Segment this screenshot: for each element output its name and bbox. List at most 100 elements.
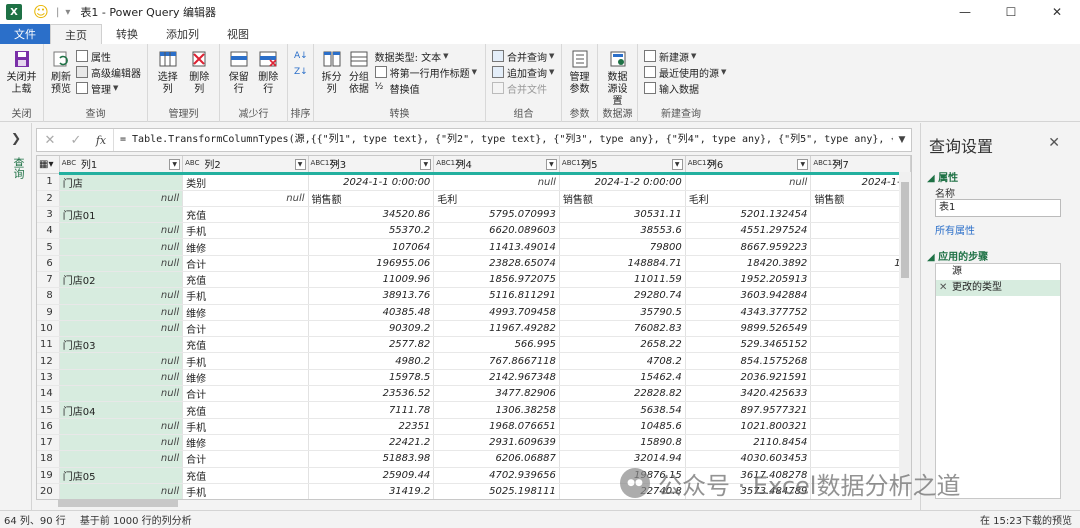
table-cell[interactable]: 11967.49282 xyxy=(433,320,560,338)
column-header-7[interactable]: ABC123 列7 xyxy=(810,156,911,175)
column-header-6[interactable]: ABC123 列6 ▼ xyxy=(685,156,812,175)
column-header-2[interactable]: ABC 列2 ▼ xyxy=(182,156,309,175)
tab-home[interactable]: 主页 xyxy=(50,24,102,44)
table-cell[interactable]: 148884.71 xyxy=(559,255,686,272)
table-cell[interactable]: null xyxy=(59,287,184,305)
table-cell[interactable]: 充值 xyxy=(182,401,309,419)
row-number[interactable]: 17 xyxy=(37,434,60,452)
table-cell[interactable]: 2 xyxy=(810,287,911,305)
table-cell[interactable]: 15462.4 xyxy=(559,369,686,387)
table-cell[interactable]: 手机 xyxy=(182,418,309,435)
fx-icon[interactable]: fx xyxy=(89,134,113,147)
table-cell[interactable]: 门店05 xyxy=(59,467,184,484)
table-cell[interactable]: 196955.06 xyxy=(308,255,435,272)
data-source-settings-button[interactable]: 数据源设置 xyxy=(604,46,631,108)
table-cell[interactable]: 2142.967348 xyxy=(433,369,560,387)
table-cell[interactable]: null xyxy=(433,173,560,191)
close-button[interactable]: ✕ xyxy=(1034,0,1080,24)
table-cell[interactable]: 9899.526549 xyxy=(685,320,812,338)
table-cell[interactable]: 3420.425633 xyxy=(685,385,812,403)
table-cell[interactable]: 1856.972075 xyxy=(433,271,560,289)
row-number[interactable]: 15 xyxy=(37,401,60,419)
tab-transform[interactable]: 转换 xyxy=(102,24,152,44)
table-cell[interactable]: 手机 xyxy=(182,222,309,240)
table-cell[interactable]: 3603.942884 xyxy=(685,287,812,305)
table-cell[interactable]: 手机 xyxy=(182,352,309,370)
table-cell[interactable]: 55370.2 xyxy=(308,222,435,240)
filter-dropdown-icon[interactable]: ▼ xyxy=(671,159,683,170)
table-cell[interactable]: 6 xyxy=(810,320,911,338)
table-cell[interactable]: 11413.49014 xyxy=(433,238,560,256)
confirm-formula-icon[interactable]: ✓ xyxy=(63,133,89,148)
merge-queries-button[interactable]: 合并查询 ▼ xyxy=(492,48,554,64)
split-column-button[interactable]: 拆分列 xyxy=(320,46,343,96)
table-cell[interactable]: 854.1575268 xyxy=(685,352,812,370)
table-cell[interactable]: 2036.921591 xyxy=(685,369,812,387)
append-queries-button[interactable]: 追加查询 ▼ xyxy=(492,64,554,80)
table-cell[interactable]: null xyxy=(59,385,184,403)
table-cell[interactable]: 6620.089603 xyxy=(433,222,560,240)
table-menu-icon[interactable]: ▦▾ xyxy=(37,156,60,174)
sort-descending-button[interactable]: Z↓ xyxy=(294,64,308,80)
table-cell[interactable]: null xyxy=(59,255,184,272)
table-cell[interactable]: 手机 xyxy=(182,287,309,305)
remove-columns-button[interactable]: 删除列 xyxy=(186,46,214,96)
table-cell[interactable]: 充值 xyxy=(182,336,309,354)
properties-section-header[interactable]: ◢ 属性 xyxy=(927,169,958,184)
table-cell[interactable]: null xyxy=(59,434,184,452)
table-cell[interactable]: 1952.205913 xyxy=(685,271,812,289)
quick-access-dropdown-icon[interactable]: ▾ xyxy=(65,7,70,18)
table-cell[interactable]: 门店02 xyxy=(59,271,184,289)
close-and-load-button[interactable]: 关闭并上载 xyxy=(6,46,37,96)
table-cell[interactable]: null xyxy=(59,320,184,338)
row-number[interactable]: 12 xyxy=(37,352,60,370)
table-cell[interactable]: null xyxy=(59,418,184,435)
table-cell[interactable]: 23828.65074 xyxy=(433,255,560,272)
table-cell[interactable]: 合计 xyxy=(182,255,309,272)
row-number[interactable]: 18 xyxy=(37,450,60,468)
table-cell[interactable]: 897.9577321 xyxy=(685,401,812,419)
table-cell[interactable] xyxy=(810,385,911,403)
table-cell[interactable]: 销售额 xyxy=(810,190,911,207)
table-cell[interactable]: null xyxy=(182,190,309,207)
properties-button[interactable]: 属性 xyxy=(76,48,141,64)
replace-values-button[interactable]: ½ 替换值 xyxy=(375,80,477,96)
row-number[interactable]: 9 xyxy=(37,304,60,321)
manage-parameters-button[interactable]: 管理参数 xyxy=(568,46,591,96)
vertical-scrollbar[interactable] xyxy=(899,172,911,490)
new-source-button[interactable]: 新建源 ▼ xyxy=(644,48,726,64)
table-cell[interactable] xyxy=(810,369,911,387)
table-cell[interactable]: 76082.83 xyxy=(559,320,686,338)
table-cell[interactable]: 5201.132454 xyxy=(685,206,812,224)
row-number[interactable]: 4 xyxy=(37,222,60,240)
table-cell[interactable] xyxy=(810,401,911,419)
table-cell[interactable]: 维修 xyxy=(182,434,309,452)
table-cell[interactable]: 107064 xyxy=(308,238,435,256)
table-cell[interactable]: 90309.2 xyxy=(308,320,435,338)
table-cell[interactable] xyxy=(810,352,911,370)
table-cell[interactable]: 门店04 xyxy=(59,401,184,419)
row-number[interactable]: 11 xyxy=(37,336,60,354)
table-cell[interactable]: null xyxy=(59,238,184,256)
table-cell[interactable]: null xyxy=(59,304,184,321)
table-cell[interactable]: 合计 xyxy=(182,320,309,338)
manage-button[interactable]: 管理 ▼ xyxy=(76,80,141,96)
recent-sources-button[interactable]: 最近使用的源 ▼ xyxy=(644,64,726,80)
table-cell[interactable]: 7111.78 xyxy=(308,401,435,419)
table-cell[interactable]: 2110.8454 xyxy=(685,434,812,452)
table-cell[interactable]: 8667.959223 xyxy=(685,238,812,256)
row-number[interactable]: 3 xyxy=(37,206,60,224)
table-cell[interactable]: 门店01 xyxy=(59,206,184,224)
row-number[interactable]: 19 xyxy=(37,467,60,484)
table-cell[interactable]: 22828.82 xyxy=(559,385,686,403)
table-cell[interactable]: 毛利 xyxy=(685,190,812,207)
table-cell[interactable] xyxy=(810,222,911,240)
table-cell[interactable]: 4551.297524 xyxy=(685,222,812,240)
table-cell[interactable]: 4980.2 xyxy=(308,352,435,370)
group-by-button[interactable]: 分组依据 xyxy=(347,46,370,96)
vertical-scrollbar-thumb[interactable] xyxy=(901,182,909,278)
table-cell[interactable]: 11009.96 xyxy=(308,271,435,289)
table-cell[interactable]: 3477.82906 xyxy=(433,385,560,403)
table-cell[interactable]: null xyxy=(59,369,184,387)
table-cell[interactable]: 维修 xyxy=(182,369,309,387)
